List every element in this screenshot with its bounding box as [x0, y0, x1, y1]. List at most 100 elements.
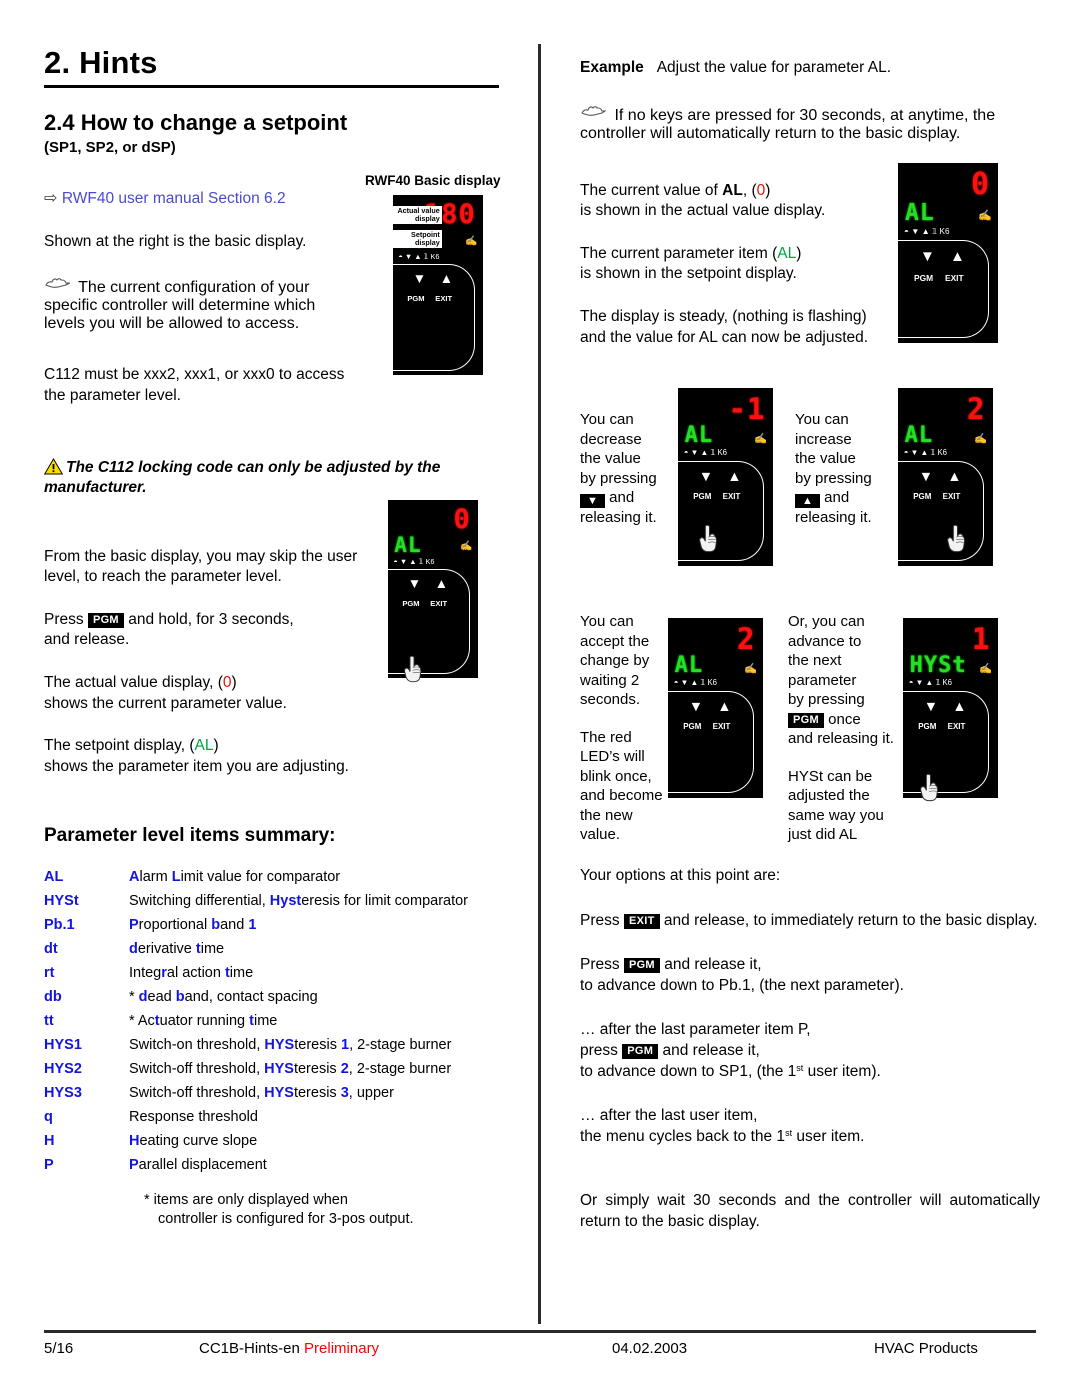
exit-button[interactable]: EXIT	[430, 599, 447, 608]
last-user-line2-b: user item.	[792, 1127, 865, 1145]
summary-heading: Parameter level items summary:	[44, 825, 336, 847]
down-button[interactable]: ▼	[924, 699, 938, 714]
down-button[interactable]: ▼	[920, 249, 935, 264]
pen-icon: ✍	[754, 433, 768, 445]
pgm-key-icon: PGM	[622, 1044, 659, 1060]
pgm-button[interactable]: PGM	[918, 722, 936, 731]
example-line: Example Adjust the value for parameter A…	[580, 58, 1040, 79]
accept-line7: LED’s will	[580, 748, 645, 765]
table-row: rt Integral action time	[44, 965, 520, 981]
controller-panel: 180180✍◓ ▼ ▲ 𝟙 K6▼▲PGMEXITActual valuedi…	[391, 195, 483, 375]
advance-line8: HYSt can be	[788, 767, 873, 785]
pgm-button[interactable]: PGM	[914, 273, 933, 283]
parameter-description: Switch-off threshold, HYSteresis 2, 2-st…	[129, 1061, 452, 1078]
footer-doc-id-text: CC1B-Hints-en	[199, 1340, 300, 1357]
up-arrow-key-icon: ▲	[795, 494, 820, 508]
exit-button[interactable]: EXIT	[945, 273, 964, 283]
status-up-icon: ▲	[925, 677, 934, 687]
option-last-parameter: … after the last parameter item P, press…	[580, 1020, 1040, 1082]
pointing-hand-icon	[404, 655, 424, 688]
k6-label: K6	[717, 447, 727, 457]
status-up-icon: ▲	[409, 556, 417, 566]
k6-label: K6	[937, 447, 947, 457]
status-indicator-row: ◓ ▼ ▲ 𝟙 K6	[674, 678, 717, 687]
parameter-code: P	[44, 1157, 54, 1174]
status-up-icon: ▲	[920, 447, 929, 457]
up-button[interactable]: ▲	[950, 249, 965, 264]
pen-icon: ✍	[974, 433, 988, 445]
pgm-button[interactable]: PGM	[683, 722, 701, 731]
down-button[interactable]: ▼	[699, 469, 713, 484]
table-row: dt derivative time	[44, 941, 520, 957]
pgm-button[interactable]: PGM	[407, 294, 424, 303]
current-item-code: AL	[777, 244, 797, 262]
controller-panel: 1 HYSt ✍ ◓ ▼ ▲ 𝟙 K6 ▼ ▲ PGM EXIT	[901, 618, 998, 798]
up-button[interactable]: ▲	[952, 699, 966, 714]
decrease-line3: the value	[580, 450, 641, 467]
exit-button[interactable]: EXIT	[948, 722, 966, 731]
pgm-key-icon: PGM	[623, 958, 660, 974]
table-row: HYSt Switching differential, Hysteresis f…	[44, 893, 520, 909]
last-param-prefix: press	[580, 1042, 618, 1060]
setpoint-item-code: AL	[194, 737, 214, 755]
parameter-description: Integral action time	[129, 965, 254, 982]
keypad-outline	[676, 461, 765, 562]
actual-value-display: -1	[728, 391, 766, 426]
pen-icon: ✍	[979, 663, 993, 675]
down-button[interactable]: ▼	[413, 272, 426, 286]
parameter-description: * Actuator running time	[129, 1013, 278, 1030]
exit-button[interactable]: EXIT	[943, 492, 961, 501]
setpoint-display: AL	[394, 533, 422, 557]
pgm-button[interactable]: PGM	[693, 492, 711, 501]
pgm-key-icon: PGM	[87, 612, 124, 628]
status-indicator-row: ◓ ▼ ▲ 𝟙 K6	[393, 557, 434, 566]
last-user-line2-a: the menu cycles back to the 1	[580, 1127, 786, 1145]
down-button[interactable]: ▼	[919, 469, 933, 484]
table-row: tt * Actuator running time	[44, 1013, 520, 1029]
accept-line10: the new	[580, 806, 633, 824]
device-basic-display: RWF40 Basic display180180✍◓ ▼ ▲ 𝟙 K6▼▲PG…	[365, 173, 501, 375]
last-param-line1: … after the last parameter item P,	[580, 1021, 811, 1039]
table-row: AL Alarm Limit value for comparator	[44, 869, 520, 885]
decrease-instruction: You can decrease the value by pressing ▼…	[580, 410, 675, 528]
actual-value-display: 0	[453, 504, 471, 536]
pulse-icon: 𝟙	[423, 251, 429, 261]
down-button[interactable]: ▼	[689, 699, 703, 714]
device-al-0: 0 AL ✍ ◓ ▼ ▲ 𝟙 K6 ▼ ▲ PGM EXIT	[896, 163, 998, 343]
device-title: RWF40 Basic display	[365, 173, 501, 188]
pgm-button[interactable]: PGM	[402, 599, 419, 608]
exit-button[interactable]: EXIT	[713, 722, 731, 731]
up-button[interactable]: ▲	[717, 699, 731, 714]
actual-value-label: Actual value display	[391, 206, 442, 224]
actual-value-display: 1	[971, 621, 991, 656]
burner-icon: ◓	[393, 556, 398, 566]
up-button[interactable]: ▲	[727, 469, 741, 484]
pulse-icon: 𝟙	[930, 447, 936, 457]
status-down-icon: ▼	[910, 447, 919, 457]
pen-icon: ✍	[744, 663, 758, 675]
up-button[interactable]: ▲	[435, 577, 448, 591]
up-button[interactable]: ▲	[440, 272, 453, 286]
manual-reference-link[interactable]: RWF40 user manual Section 6.2	[62, 190, 286, 207]
pulse-icon: 𝟙	[700, 677, 706, 687]
exit-button[interactable]: EXIT	[435, 294, 452, 303]
keypad-outline	[896, 461, 985, 562]
down-button[interactable]: ▼	[408, 577, 421, 591]
options-block: Your options at this point are: Press EX…	[580, 866, 1040, 1233]
pgm-button[interactable]: PGM	[913, 492, 931, 501]
accept-line11: value.	[580, 826, 621, 843]
setpoint-display: AL	[674, 653, 704, 678]
up-button[interactable]: ▲	[947, 469, 961, 484]
pointing-hand-icon	[947, 524, 968, 558]
exit-button[interactable]: EXIT	[723, 492, 741, 501]
actual-value-number: 0	[222, 673, 232, 691]
setpoint-text-b: )	[213, 737, 219, 755]
pulse-icon: 𝟙	[418, 556, 424, 566]
actual-value-display: 2	[966, 391, 986, 426]
actual-value-text-b: )	[231, 673, 237, 691]
down-arrow-key-icon: ▼	[580, 494, 605, 508]
parameter-code: H	[44, 1133, 55, 1150]
burner-icon: ◓	[903, 447, 909, 457]
current-value-param: AL	[722, 181, 743, 199]
accept-line3: change by	[580, 652, 650, 669]
